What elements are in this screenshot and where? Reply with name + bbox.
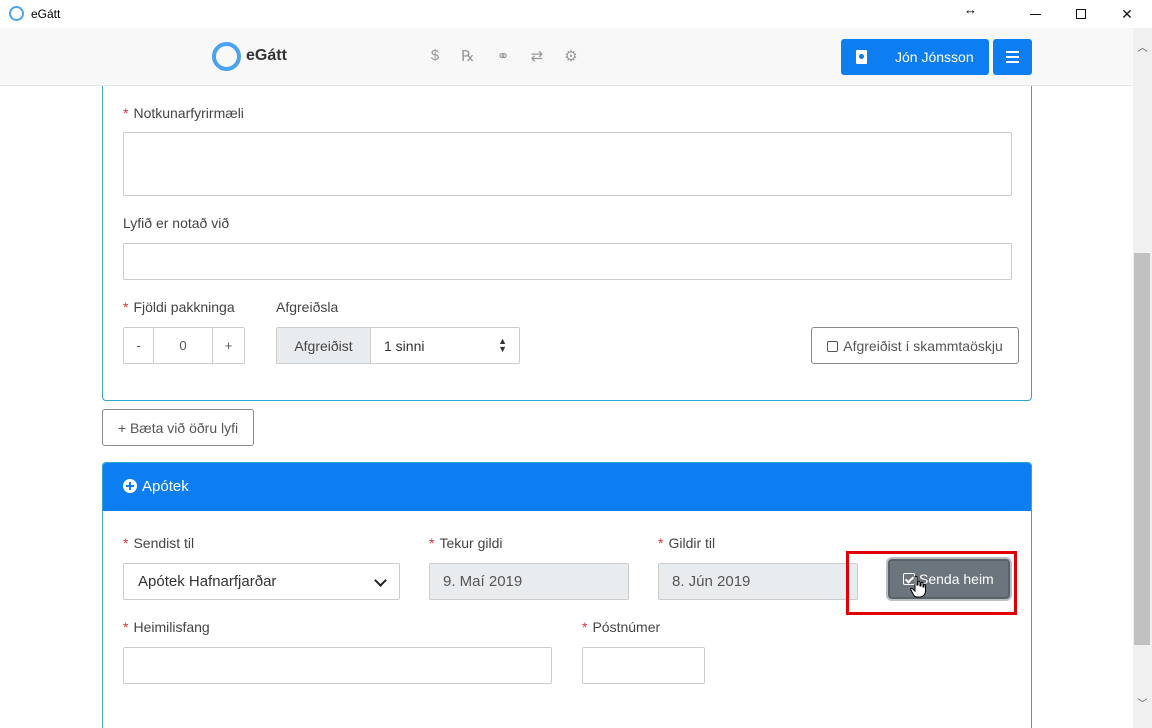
checkbox-icon	[827, 341, 839, 352]
minimize-button[interactable]	[1012, 0, 1058, 28]
scroll-up-icon[interactable]: ︿	[1133, 40, 1152, 57]
plus-circle-icon	[123, 479, 137, 493]
dollar-icon[interactable]: $	[425, 47, 445, 64]
close-icon: ✕	[1121, 5, 1133, 22]
sort-arrows-icon: ▲ ▼	[498, 336, 507, 354]
menu-button[interactable]	[993, 39, 1032, 75]
valid-until-field: 8. Jún 2019	[658, 563, 858, 600]
usage-label: * Notkunarfyrirmæli	[123, 105, 244, 121]
brand-name[interactable]: eGátt	[246, 47, 287, 65]
pharmacy-title: Apótek	[142, 478, 189, 495]
address-input[interactable]	[123, 647, 552, 684]
package-count-label: * Fjöldi pakkninga	[123, 299, 235, 315]
brand-logo-icon[interactable]	[212, 42, 241, 71]
used-for-input[interactable]	[123, 243, 1012, 280]
send-to-label: * Sendist til	[123, 535, 195, 551]
used-for-label: Lyfið er notað við	[123, 215, 230, 231]
id-badge-icon	[856, 50, 867, 64]
app-navbar: eGátt $ ℞ ⚭ ⇄ ⚙ Jón Jónsson	[0, 28, 1133, 86]
dispensing-select[interactable]: 1 sinni ▲ ▼	[371, 328, 519, 363]
pharmacy-select-value: Apótek Hafnarfjarðar	[138, 573, 277, 590]
address-label: * Heimilisfang	[123, 619, 210, 635]
add-drug-button[interactable]: + Bæta við öðru lyfi	[102, 409, 254, 446]
window-title: eGátt	[31, 7, 61, 21]
resize-icon: ↔	[964, 2, 977, 17]
app-logo-icon	[9, 6, 24, 21]
hand-cursor-icon	[910, 576, 926, 598]
hamburger-icon	[1006, 51, 1019, 53]
valid-from-label: * Tekur gildi	[429, 535, 503, 551]
page-scrollbar[interactable]: ︿ ﹀	[1133, 28, 1152, 728]
postcode-input[interactable]	[582, 647, 705, 684]
exchange-icon[interactable]: ⇄	[527, 47, 547, 65]
scrollbar-thumb[interactable]	[1134, 253, 1150, 645]
user-button[interactable]: Jón Jónsson	[841, 39, 989, 75]
window-titlebar: eGátt ↔ ✕	[0, 0, 1152, 28]
pills-icon[interactable]: ⚭	[493, 47, 513, 65]
settings-icon[interactable]: ⚙	[561, 47, 581, 65]
chevron-down-icon	[374, 574, 387, 587]
dose-box-toggle[interactable]: Afgreiðist í skammtaöskju	[811, 327, 1019, 364]
package-count-stepper: - 0 +	[123, 327, 245, 364]
pharmacy-header[interactable]: Apótek	[103, 463, 1031, 511]
increment-button[interactable]: +	[212, 328, 244, 363]
usage-textarea[interactable]	[123, 132, 1012, 196]
scroll-down-icon[interactable]: ﹀	[1133, 696, 1152, 713]
highlight-box	[846, 551, 1017, 615]
maximize-button[interactable]	[1058, 0, 1104, 28]
pharmacy-select[interactable]: Apótek Hafnarfjarðar	[123, 563, 400, 600]
minimize-icon	[1029, 13, 1041, 15]
user-name: Jón Jónsson	[895, 49, 974, 65]
package-count-value[interactable]: 0	[154, 328, 212, 363]
dispensing-value: 1 sinni	[384, 338, 425, 354]
dose-box-label: Afgreiðist í skammtaöskju	[843, 337, 1003, 354]
decrement-button[interactable]: -	[124, 328, 154, 363]
prescription-icon[interactable]: ℞	[458, 47, 478, 65]
dispensing-label: Afgreiðsla	[276, 299, 339, 315]
dispensing-addon: Afgreiðist	[277, 328, 371, 363]
medication-card: * Notkunarfyrirmæli Lyfið er notað við * F…	[102, 86, 1032, 401]
maximize-icon	[1076, 9, 1086, 19]
dispensing-group: Afgreiðist 1 sinni ▲ ▼	[276, 327, 520, 364]
postcode-label: * Póstnúmer	[582, 619, 661, 635]
valid-from-field: 9. Maí 2019	[429, 563, 629, 600]
valid-until-label: * Gildir til	[658, 535, 716, 551]
close-button[interactable]: ✕	[1104, 0, 1150, 28]
